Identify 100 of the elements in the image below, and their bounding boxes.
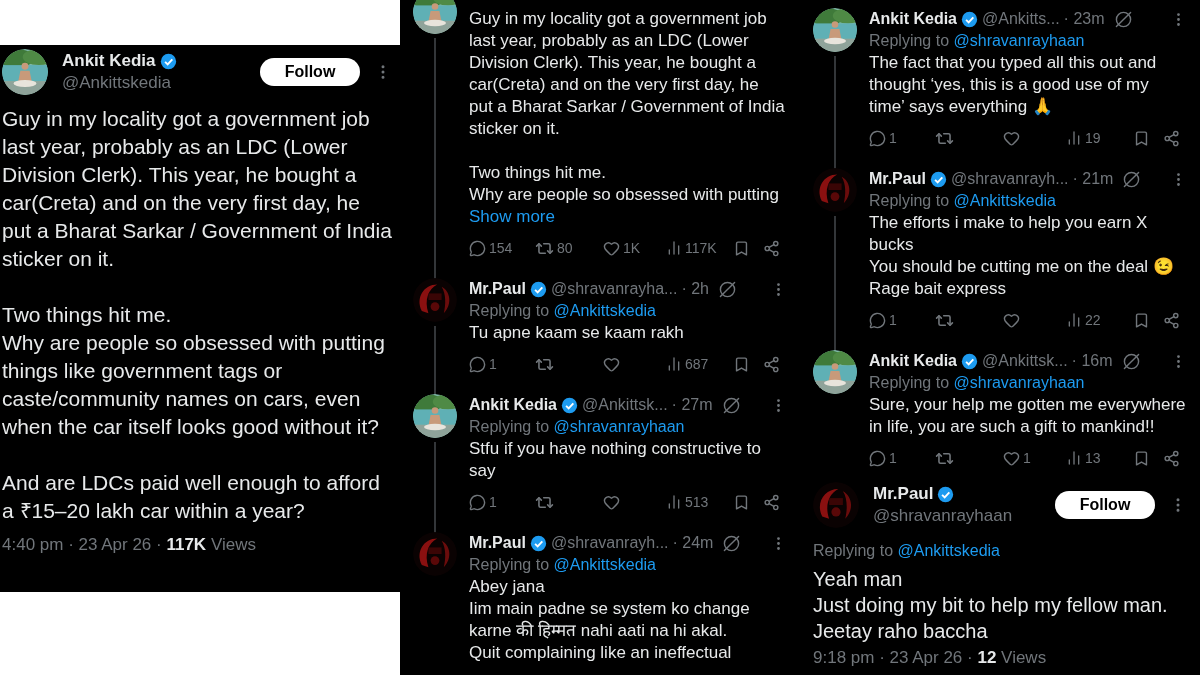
like-icon[interactable] [1003, 311, 1020, 329]
author-name[interactable]: Ankit Kedia [869, 8, 957, 30]
reply-count: 1 [489, 492, 497, 512]
post-text: Tu apne kaam se kaam rakh [469, 322, 685, 344]
slashed-circle-icon[interactable] [722, 396, 740, 414]
post-text: The efforts i make to help you earn X bucks You should be cutting me on the deal 😉 Rage bait express [869, 212, 1175, 300]
slashed-circle-icon[interactable] [723, 534, 741, 552]
author-name[interactable]: Ankit Kedia [469, 394, 557, 416]
bookmark-icon[interactable] [733, 493, 750, 511]
replying-label: Replying to [869, 192, 950, 209]
like-icon[interactable] [603, 493, 620, 511]
post-age: · 27m [671, 395, 713, 415]
bookmark-icon[interactable] [733, 355, 750, 373]
replying-label: Replying to [469, 418, 550, 435]
reply-icon[interactable] [469, 239, 486, 257]
views-icon[interactable] [666, 356, 682, 372]
reply-icon[interactable] [469, 355, 486, 373]
bookmark-icon[interactable] [733, 239, 750, 257]
post-text: Yeah man Just doing my bit to help my fellow man. Jeetay raho baccha [813, 567, 1169, 644]
author-handle[interactable]: @shravanrayha... [550, 278, 678, 300]
author-handle[interactable]: @Ankittsk... [582, 394, 668, 416]
view-count: 12 [977, 648, 997, 667]
reply-icon[interactable] [869, 129, 886, 147]
post-age: · 23m [1063, 9, 1105, 29]
like-icon[interactable] [603, 355, 620, 373]
slashed-circle-icon[interactable] [1114, 10, 1132, 28]
mention-link[interactable]: @Ankittskedia [897, 542, 1000, 559]
bookmark-icon[interactable] [1133, 449, 1150, 467]
author-handle[interactable]: @shravanrayh... [550, 532, 669, 554]
post-age: · 21m [1072, 169, 1114, 189]
author-name[interactable]: Mr.Paul [869, 168, 926, 190]
view-count: 13 [1085, 448, 1101, 468]
reply-icon[interactable] [869, 311, 886, 329]
reply-count: 1 [889, 448, 897, 468]
slashed-circle-icon[interactable] [719, 280, 736, 298]
author-name[interactable]: Ankit Kedia [62, 50, 156, 72]
post-age: · 24m [672, 533, 714, 553]
post-text: The fact that you typed all this out and thought ‘yes, this is a good use of my time’ says everything 🙏 [869, 52, 1158, 118]
like-icon[interactable] [1003, 449, 1020, 467]
show-more-link[interactable]: Show more [469, 206, 555, 228]
replying-label: Replying to [469, 556, 550, 573]
author-handle[interactable]: @Ankittsk... [982, 350, 1068, 372]
views-label: Views [210, 535, 256, 554]
post-age: · 16m [1071, 351, 1113, 371]
views-icon[interactable] [666, 240, 682, 256]
share-icon[interactable] [763, 493, 780, 511]
view-count: 19 [1085, 128, 1101, 148]
replying-label: Replying to [469, 302, 550, 319]
mention-link[interactable]: @shravanrayhaan [553, 418, 685, 435]
share-icon[interactable] [1163, 311, 1180, 329]
author-name[interactable]: Mr.Paul [469, 278, 526, 300]
post-text: Sure, your help me gotten me everywhere in life, you are such a gift to mankind!! [869, 394, 1187, 438]
follow-button[interactable]: Follow [1055, 491, 1155, 519]
like-count: 1K [623, 238, 641, 258]
mention-link[interactable]: @shravanrayhaan [953, 32, 1085, 49]
mention-link[interactable]: @Ankittskedia [953, 192, 1056, 209]
reply-count: 1 [889, 310, 897, 330]
view-count: 117K [685, 238, 717, 258]
slashed-circle-icon[interactable] [1123, 170, 1141, 188]
mention-link[interactable]: @Ankittskedia [553, 302, 656, 319]
author-handle[interactable]: @Ankitts... [982, 8, 1060, 30]
views-icon[interactable] [1066, 450, 1082, 466]
views-icon[interactable] [1066, 312, 1082, 328]
author-handle[interactable]: @shravanrayh... [950, 168, 1069, 190]
views-label: Views [1001, 648, 1047, 667]
post-text: Guy in my locality got a government job last year, probably as an LDC (Lower Division Clerk). This year, he bought a car(Creta) and on the very first day, he put a Bharat Sarkar / Government of India sticker on it. Two things hit me. Why are people so obsessed with putting things like government tags or caste/community names on cars, even when the car itself looks good without it? And are LDCs paid well enough to afford a ₹15–20 lakh car within a year? [2, 106, 392, 524]
author-name[interactable]: Ankit Kedia [869, 350, 957, 372]
mention-link[interactable]: @shravanrayhaan [953, 374, 1085, 391]
reply-icon[interactable] [469, 493, 486, 511]
like-icon[interactable] [1003, 129, 1020, 147]
share-icon[interactable] [1163, 129, 1180, 147]
share-icon[interactable] [763, 239, 780, 257]
share-icon[interactable] [763, 355, 780, 373]
like-count: 1 [1023, 448, 1031, 468]
view-count: 22 [1085, 310, 1101, 330]
share-icon[interactable] [1163, 449, 1180, 467]
follow-button[interactable]: Follow [260, 58, 360, 86]
view-count: 687 [685, 354, 709, 374]
reply-count: 1 [489, 354, 497, 374]
views-icon[interactable] [1066, 130, 1082, 146]
author-name[interactable]: Mr.Paul [873, 483, 934, 505]
author-handle[interactable]: @Ankittskedia [62, 72, 171, 94]
post-timestamp: 9:18 pm · 23 Apr 26 · [813, 648, 973, 667]
author-handle[interactable]: @shravanrayhaan [873, 505, 1013, 527]
reply-count: 1 [889, 128, 897, 148]
post-timestamp: 4:40 pm · 23 Apr 26 · [2, 535, 162, 554]
bookmark-icon[interactable] [1133, 129, 1150, 147]
post-text: Stfu if you have nothing constructive to say [469, 438, 762, 482]
replying-label: Replying to [813, 542, 894, 559]
author-name[interactable]: Mr.Paul [469, 532, 526, 554]
views-icon[interactable] [666, 494, 682, 510]
slashed-circle-icon[interactable] [1122, 352, 1140, 370]
like-icon[interactable] [603, 239, 620, 257]
post-text: Abey jana Iim main padne se system ko change karne की हिम्मत nahi aati na hi akal. Quit complaining like an ineffectual [469, 576, 751, 664]
mention-link[interactable]: @Ankittskedia [553, 556, 656, 573]
view-count: 513 [685, 492, 709, 512]
repost-count: 80 [557, 238, 573, 258]
reply-icon[interactable] [869, 449, 886, 467]
bookmark-icon[interactable] [1133, 311, 1150, 329]
post-age: · 2h [681, 279, 709, 299]
